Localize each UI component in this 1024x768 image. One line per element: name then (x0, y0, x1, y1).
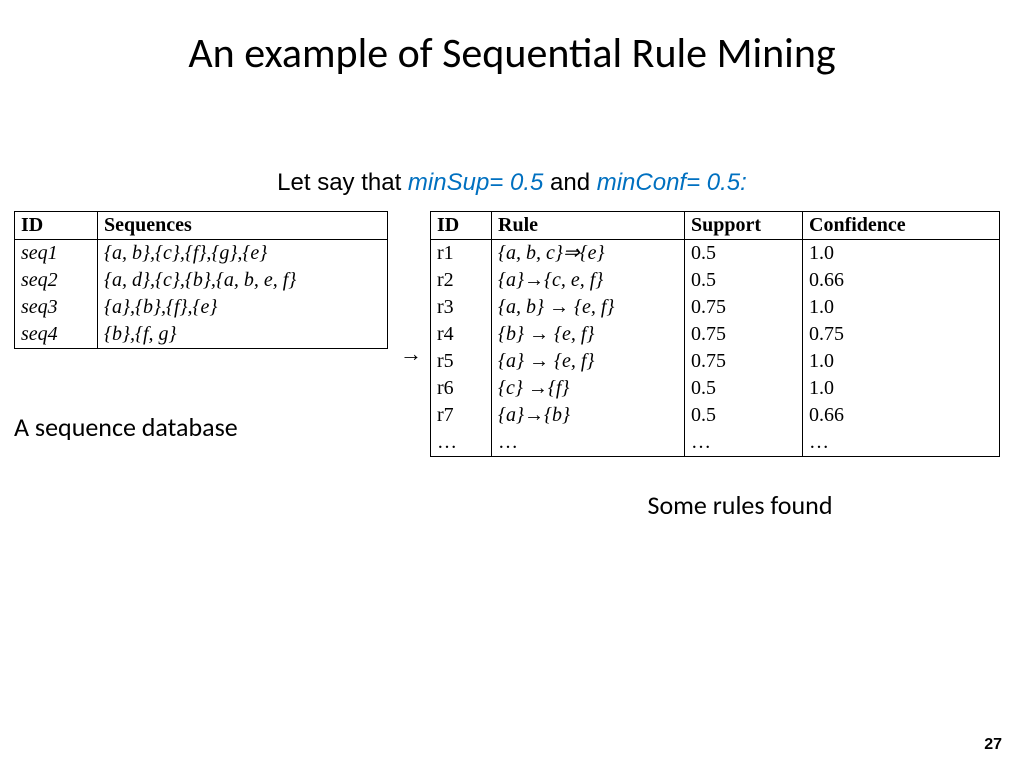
rule-value: {a}→{b} (492, 402, 685, 429)
seq-header-sequences: Sequences (98, 212, 388, 240)
rules-table: ID Rule Support Confidence r1 {a, b, c}⇒… (430, 211, 1000, 457)
rule-value: {a, b} → {e, f} (492, 294, 685, 321)
rule-id: … (431, 429, 492, 457)
table-row: r6 {c} →{f} 0.5 1.0 (431, 375, 1000, 402)
table-row: seq3 {a},{b},{f},{e} (15, 294, 388, 321)
seq-id: seq4 (15, 321, 98, 349)
rule-confidence: 1.0 (803, 375, 1000, 402)
rule-support: 0.75 (685, 321, 803, 348)
table-row: r4 {b} → {e, f} 0.75 0.75 (431, 321, 1000, 348)
rules-caption: Some rules found (430, 489, 1010, 521)
rules-header-confidence: Confidence (803, 212, 1000, 240)
rule-value: … (492, 429, 685, 457)
seq-value: {b},{f, g} (98, 321, 388, 349)
rule-confidence: 0.75 (803, 321, 1000, 348)
seq-value: {a},{b},{f},{e} (98, 294, 388, 321)
rule-id: r3 (431, 294, 492, 321)
seq-id: seq3 (15, 294, 98, 321)
sequence-database-table: ID Sequences seq1 {a, b},{c},{f},{g},{e}… (14, 211, 388, 349)
table-row: r1 {a, b, c}⇒{e} 0.5 1.0 (431, 240, 1000, 268)
rule-id: r5 (431, 348, 492, 375)
rule-value: {a} → {e, f} (492, 348, 685, 375)
minconf-label: minConf (597, 169, 686, 196)
rule-id: r2 (431, 267, 492, 294)
rule-id: r1 (431, 240, 492, 268)
table-row: r2 {a}→{c, e, f} 0.5 0.66 (431, 267, 1000, 294)
rule-id: r7 (431, 402, 492, 429)
rules-header-support: Support (685, 212, 803, 240)
seq-header-id: ID (15, 212, 98, 240)
rule-support: 0.75 (685, 294, 803, 321)
rule-id: r6 (431, 375, 492, 402)
rule-value: {a, b, c}⇒{e} (492, 240, 685, 268)
table-row: r7 {a}→{b} 0.5 0.66 (431, 402, 1000, 429)
table-row: seq2 {a, d},{c},{b},{a, b, e, f} (15, 267, 388, 294)
rule-support: 0.5 (685, 267, 803, 294)
minsup-value: = 0.5 (489, 169, 543, 196)
rule-confidence: 1.0 (803, 348, 1000, 375)
minsup-label: minSup (408, 169, 489, 196)
table-row: … … … … (431, 429, 1000, 457)
table-row: r5 {a} → {e, f} 0.75 1.0 (431, 348, 1000, 375)
rule-support: 0.5 (685, 375, 803, 402)
rule-support: 0.5 (685, 240, 803, 268)
rule-id: r4 (431, 321, 492, 348)
seq-id: seq1 (15, 240, 98, 268)
rule-value: {a}→{c, e, f} (492, 267, 685, 294)
page-number: 27 (984, 736, 1002, 754)
subtitle-mid: and (543, 169, 596, 196)
sequence-database-caption: A sequence database (14, 411, 392, 443)
rule-confidence: … (803, 429, 1000, 457)
slide-title: An example of Sequential Rule Mining (0, 0, 1024, 79)
table-row: seq4 {b},{f, g} (15, 321, 388, 349)
seq-id: seq2 (15, 267, 98, 294)
rule-confidence: 1.0 (803, 294, 1000, 321)
table-row: r3 {a, b} → {e, f} 0.75 1.0 (431, 294, 1000, 321)
rule-confidence: 0.66 (803, 402, 1000, 429)
seq-value: {a, b},{c},{f},{g},{e} (98, 240, 388, 268)
seq-value: {a, d},{c},{b},{a, b, e, f} (98, 267, 388, 294)
rule-value: {c} →{f} (492, 375, 685, 402)
rule-value: {b} → {e, f} (492, 321, 685, 348)
rule-support: … (685, 429, 803, 457)
rules-header-rule: Rule (492, 212, 685, 240)
arrow-icon: → (392, 211, 430, 367)
rule-support: 0.5 (685, 402, 803, 429)
rule-confidence: 0.66 (803, 267, 1000, 294)
rule-confidence: 1.0 (803, 240, 1000, 268)
parameters-line: Let say that minSup= 0.5 and minConf= 0.… (0, 169, 1024, 197)
rules-header-id: ID (431, 212, 492, 240)
minconf-value: = 0.5: (686, 169, 747, 196)
subtitle-prefix: Let say that (277, 169, 408, 196)
rule-support: 0.75 (685, 348, 803, 375)
table-row: seq1 {a, b},{c},{f},{g},{e} (15, 240, 388, 268)
